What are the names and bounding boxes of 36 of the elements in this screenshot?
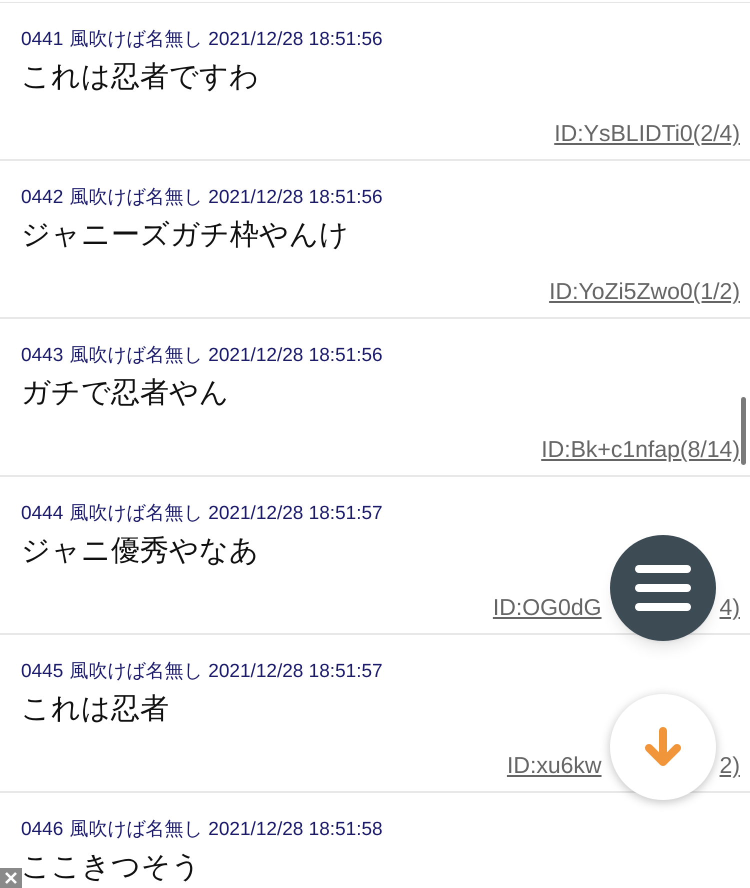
- post-number: 0443: [21, 344, 64, 368]
- post-date: 2021/12/28 18:51:57: [208, 660, 383, 684]
- poster-name: 風吹けば名無し: [69, 818, 202, 842]
- post-number: 0446: [21, 818, 64, 842]
- poster-id-link[interactable]: ID:YoZi5Zwo0(1/2): [549, 277, 740, 305]
- poster-name: 風吹けば名無し: [69, 502, 202, 526]
- poster-id-link[interactable]: ID:OG0dG: [492, 593, 602, 621]
- post-message: ジャニーズガチ枠やんけ: [21, 218, 349, 253]
- post-number: 0441: [21, 28, 64, 52]
- poster-id-link[interactable]: 4): [720, 593, 740, 621]
- poster-id-link[interactable]: ID:xu6kw: [506, 751, 602, 779]
- menu-icon: [635, 565, 691, 611]
- down-arrow-icon: [643, 727, 683, 767]
- poster-name: 風吹けば名無し: [69, 660, 202, 684]
- close-icon: [5, 872, 17, 884]
- poster-id-link[interactable]: 2): [720, 751, 740, 779]
- post-number: 0445: [21, 660, 64, 684]
- poster-id-link[interactable]: ID:YsBLIDTi0(2/4): [554, 119, 740, 147]
- poster-name: 風吹けば名無し: [69, 28, 202, 52]
- post-message: これは忍者ですわ: [21, 60, 259, 95]
- post-message: これは忍者: [21, 692, 169, 727]
- scrollbar[interactable]: [741, 397, 746, 465]
- poster-name: 風吹けば名無し: [69, 344, 202, 368]
- post-message: ここきつそう: [21, 850, 201, 885]
- post-message: ジャニ優秀やなあ: [21, 534, 259, 569]
- poster-name: 風吹けば名無し: [69, 186, 202, 210]
- post-date: 2021/12/28 18:51:57: [208, 502, 383, 526]
- post-date: 2021/12/28 18:51:56: [208, 28, 383, 52]
- ad-close-button[interactable]: [0, 868, 22, 888]
- post-message: ガチで忍者やん: [21, 376, 229, 411]
- post-date: 2021/12/28 18:51:58: [208, 818, 383, 842]
- post-number: 0442: [21, 186, 64, 210]
- post-date: 2021/12/28 18:51:56: [208, 186, 383, 210]
- post-date: 2021/12/28 18:51:56: [208, 344, 383, 368]
- post-number: 0444: [21, 502, 64, 526]
- poster-id-link[interactable]: ID:Bk+c1nfap(8/14): [541, 435, 740, 463]
